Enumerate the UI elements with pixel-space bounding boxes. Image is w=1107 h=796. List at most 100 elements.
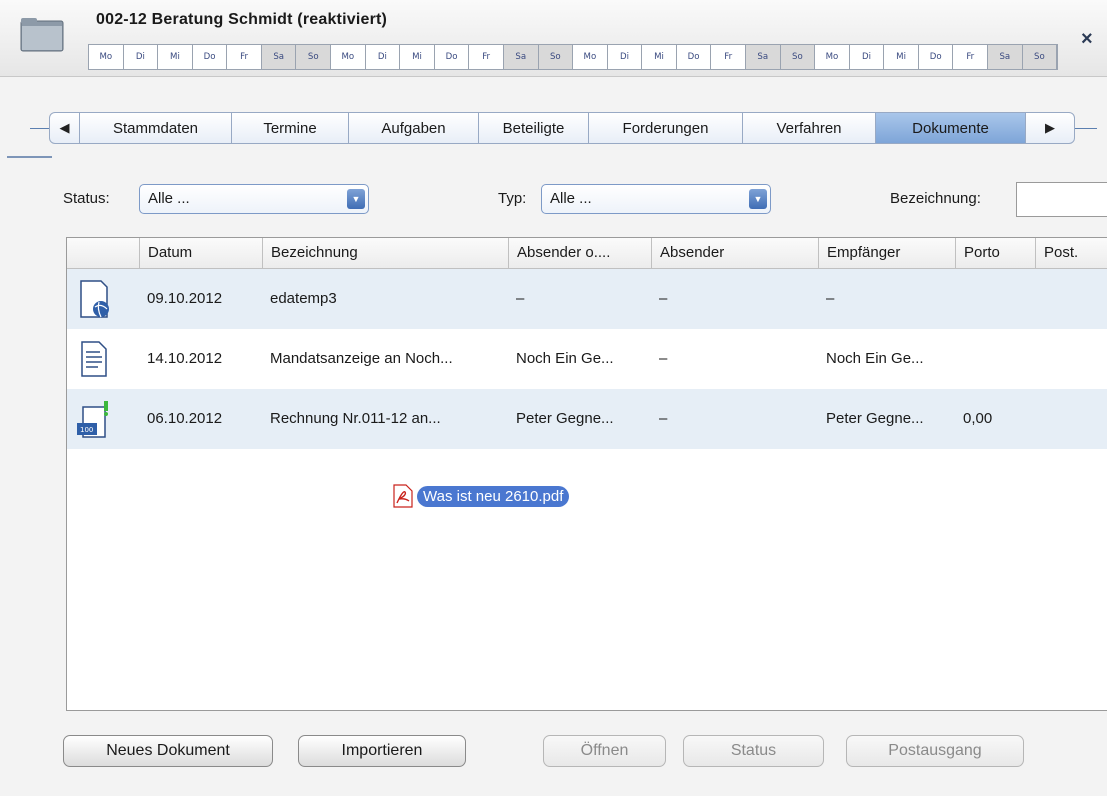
tab-dokumente[interactable]: Dokumente — [876, 113, 1026, 143]
tab-verfahren[interactable]: Verfahren — [743, 113, 876, 143]
calendar-day[interactable]: Do — [919, 45, 954, 69]
calendar-day[interactable]: Di — [124, 45, 159, 69]
tab-aufgaben[interactable]: Aufgaben — [349, 113, 479, 143]
open-button[interactable]: Öffnen — [543, 735, 666, 767]
calendar-day[interactable]: Mo — [89, 45, 124, 69]
calendar-day[interactable]: Mo — [331, 45, 366, 69]
calendar-day[interactable]: Sa — [988, 45, 1023, 69]
pdf-file-name[interactable]: Was ist neu 2610.pdf — [417, 485, 570, 507]
cell-bezeichnung: edatemp3 — [270, 290, 337, 307]
calendar-day[interactable]: Sa — [261, 45, 297, 69]
table-header: Datum Bezeichnung Absender o.... Absende… — [67, 238, 1107, 269]
cell-post — [1035, 329, 1107, 389]
status-select-value: Alle ... — [148, 190, 190, 207]
cell-absender: – — [659, 290, 668, 307]
svg-text:100: 100 — [80, 426, 93, 434]
case-title: 002-12 Beratung Schmidt (reaktiviert) — [96, 11, 388, 28]
cell-absender-o: – — [516, 290, 525, 307]
tab-beteiligte[interactable]: Beteiligte — [479, 113, 589, 143]
cell-empfaenger: Noch Ein Ge... — [826, 350, 924, 367]
calendar-day[interactable]: Mo — [815, 45, 850, 69]
column-header-absender-o[interactable]: Absender o.... — [508, 238, 651, 268]
calendar-day[interactable]: So — [1022, 45, 1057, 69]
bezeichnung-input[interactable] — [1016, 182, 1107, 217]
divider — [7, 156, 52, 158]
tab-stammdaten[interactable]: Stammdaten — [80, 113, 232, 143]
column-header-absender[interactable]: Absender — [651, 238, 818, 268]
cell-post — [1035, 269, 1107, 329]
calendar-day[interactable]: Mi — [400, 45, 435, 69]
cell-datum: 06.10.2012 — [147, 410, 223, 427]
calendar-day[interactable]: Fr — [711, 45, 746, 69]
calendar-day[interactable]: Di — [366, 45, 401, 69]
tab-prev-arrow-icon[interactable]: ◀ — [50, 113, 80, 143]
text-document-icon — [79, 329, 119, 389]
cell-absender-o: Noch Ein Ge... — [516, 350, 614, 367]
tab-forderungen[interactable]: Forderungen — [589, 113, 743, 143]
calendar-day[interactable]: Sa — [503, 45, 539, 69]
cell-absender-o: Peter Gegne... — [516, 410, 614, 427]
calendar-day[interactable]: So — [296, 45, 332, 69]
calendar-day[interactable]: Di — [850, 45, 885, 69]
chevron-down-icon: ▼ — [347, 189, 365, 209]
dragged-file[interactable]: Was ist neu 2610.pdf — [391, 484, 570, 508]
calendar-day[interactable]: Fr — [227, 45, 262, 69]
calendar-day[interactable]: Mo — [573, 45, 608, 69]
calendar-day-strip[interactable]: Mo Di Mi Do Fr Sa So Mo Di Mi Do Fr Sa So Mo Di Mi Do Fr Sa… — [88, 44, 1058, 70]
calendar-day[interactable]: Fr — [469, 45, 504, 69]
close-icon[interactable]: × — [1081, 28, 1093, 51]
postausgang-button[interactable]: Postausgang — [846, 735, 1024, 767]
cell-bezeichnung: Rechnung Nr.011-12 an... — [270, 410, 441, 427]
typ-select-value: Alle ... — [550, 190, 592, 207]
table-row[interactable]: 100 06.10.2012 Rechnung Nr.011-12 an... … — [67, 389, 1107, 449]
calendar-day[interactable]: Mi — [884, 45, 919, 69]
cell-absender: – — [659, 350, 668, 367]
documents-table: Datum Bezeichnung Absender o.... Absende… — [66, 237, 1107, 711]
cell-empfaenger: Peter Gegne... — [826, 410, 924, 427]
cell-porto: 0,00 — [963, 410, 993, 427]
web-document-icon — [77, 269, 117, 329]
cell-empfaenger: – — [826, 290, 835, 307]
status-select[interactable]: Alle ... ▼ — [139, 184, 369, 214]
typ-select[interactable]: Alle ... ▼ — [541, 184, 771, 214]
table-row[interactable]: 14.10.2012 Mandatsanzeige an Noch... Noc… — [67, 329, 1107, 389]
column-header-icon[interactable] — [67, 238, 139, 268]
chevron-down-icon: ▼ — [749, 189, 767, 209]
column-header-datum[interactable]: Datum — [139, 238, 262, 268]
status-label: Status: — [63, 190, 110, 207]
tab-line-right — [1075, 128, 1097, 129]
cell-post — [1035, 389, 1107, 449]
window-header: 002-12 Beratung Schmidt (reaktiviert) × … — [0, 0, 1107, 77]
column-header-post[interactable]: Post. — [1035, 238, 1107, 268]
folder-icon — [20, 18, 64, 52]
column-header-bezeichnung[interactable]: Bezeichnung — [262, 238, 508, 268]
cell-absender: – — [659, 410, 668, 427]
status-button[interactable]: Status — [683, 735, 824, 767]
calendar-day[interactable]: So — [780, 45, 816, 69]
cell-bezeichnung: Mandatsanzeige an Noch... — [270, 350, 453, 367]
tab-termine[interactable]: Termine — [232, 113, 349, 143]
new-document-button[interactable]: Neues Dokument — [63, 735, 273, 767]
calendar-day[interactable]: Do — [435, 45, 470, 69]
calendar-day[interactable]: Mi — [158, 45, 193, 69]
calendar-day[interactable]: Do — [677, 45, 712, 69]
tab-line-left — [30, 128, 50, 129]
calendar-day[interactable]: Di — [608, 45, 643, 69]
cell-porto — [955, 329, 1035, 389]
calendar-day[interactable]: Do — [193, 45, 228, 69]
import-button[interactable]: Importieren — [298, 735, 466, 767]
cell-datum: 14.10.2012 — [147, 350, 223, 367]
calendar-day[interactable]: Mi — [642, 45, 677, 69]
column-header-empfaenger[interactable]: Empfänger — [818, 238, 955, 268]
calendar-day[interactable]: Sa — [745, 45, 781, 69]
pdf-file-icon — [393, 484, 413, 508]
cell-porto — [955, 269, 1035, 329]
tab-next-arrow-icon[interactable]: ▶ — [1026, 113, 1074, 143]
cell-datum: 09.10.2012 — [147, 290, 223, 307]
bezeichnung-label: Bezeichnung: — [890, 190, 981, 207]
tab-bar: ◀ Stammdaten Termine Aufgaben Beteiligte… — [49, 112, 1075, 144]
table-row[interactable]: 09.10.2012 edatemp3 – – – — [67, 269, 1107, 329]
column-header-porto[interactable]: Porto — [955, 238, 1035, 268]
calendar-day[interactable]: So — [538, 45, 574, 69]
calendar-day[interactable]: Fr — [953, 45, 989, 69]
